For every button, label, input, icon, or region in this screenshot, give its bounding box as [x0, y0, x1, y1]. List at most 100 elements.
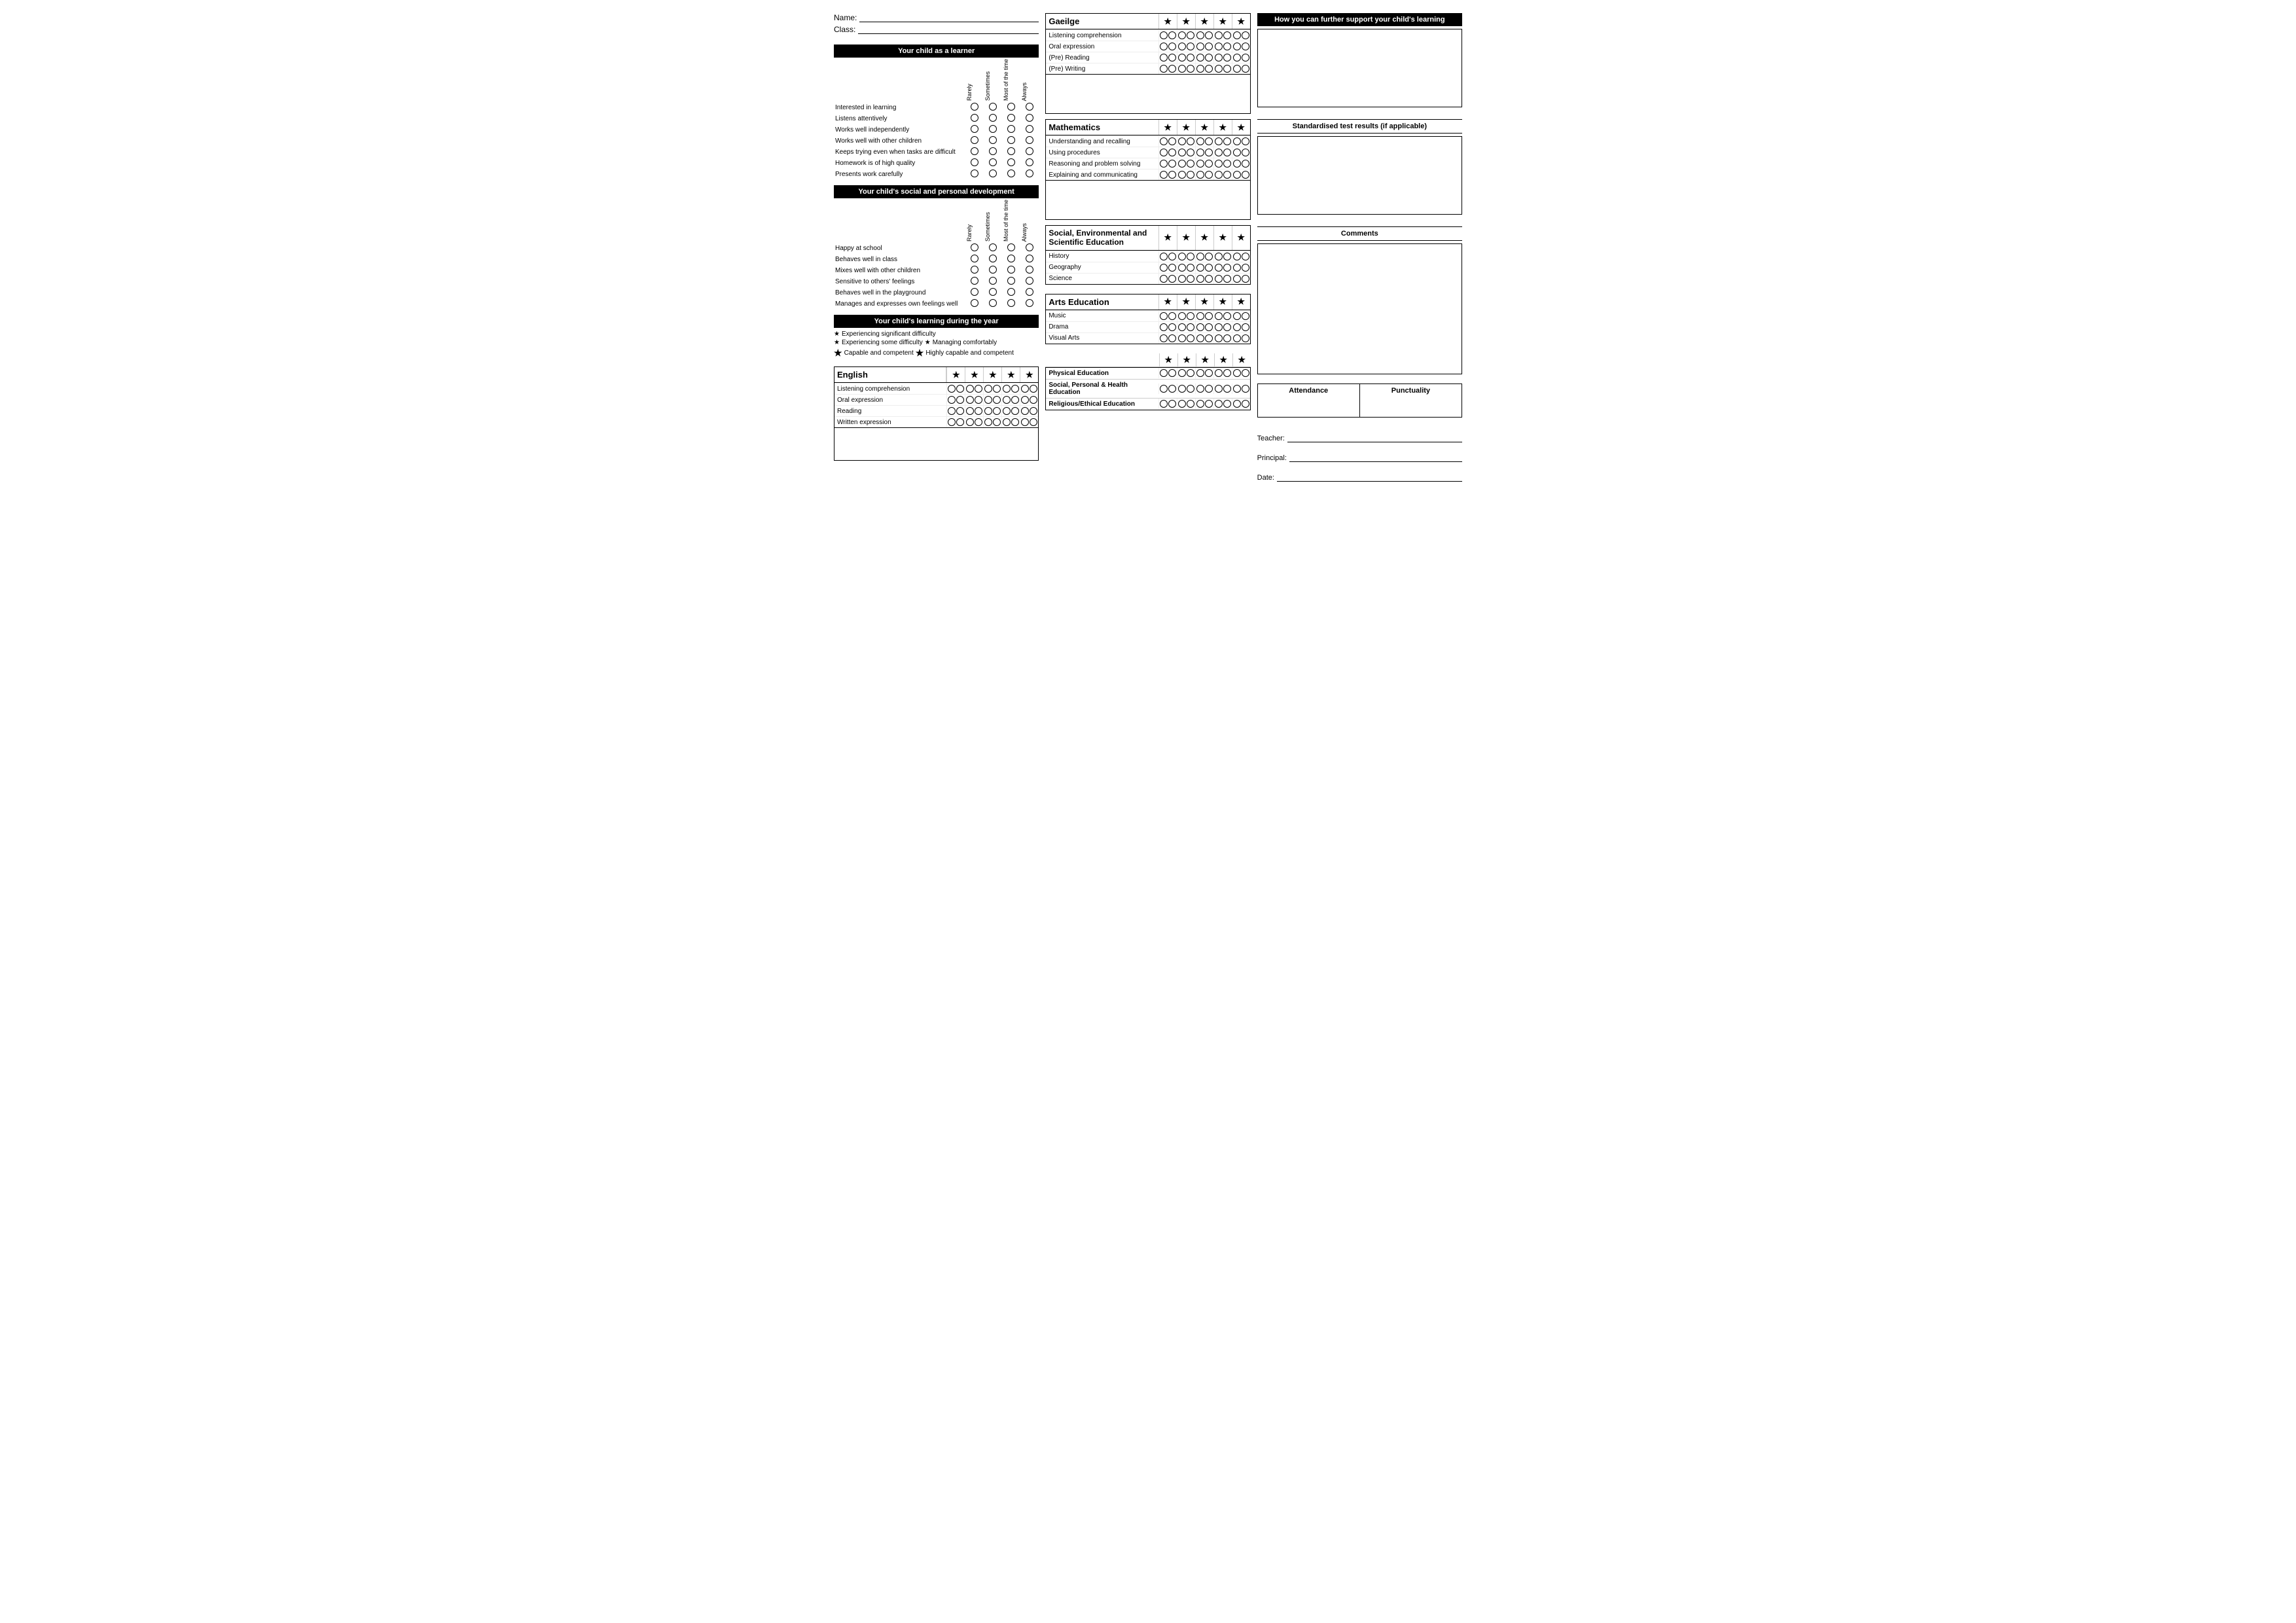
gaeilge-comments-box[interactable] — [1045, 75, 1250, 114]
circle-cell[interactable] — [984, 135, 1002, 147]
special-star-5: ★ — [1232, 353, 1251, 366]
circle-cell[interactable] — [1002, 102, 1020, 113]
support-text-area[interactable] — [1257, 29, 1462, 107]
circle-cell[interactable] — [1020, 135, 1039, 147]
circle-cell[interactable] — [984, 113, 1002, 124]
row-label: Behaves well in the playground — [834, 287, 965, 298]
table-row: Works well with other children — [834, 135, 1039, 147]
row-label: Homework is of high quality — [834, 158, 965, 169]
circle-cell[interactable] — [1002, 135, 1020, 147]
col-sometimes: Sometimes — [984, 198, 1002, 243]
circle-cell[interactable] — [965, 124, 984, 135]
circle-cell[interactable] — [1020, 147, 1039, 158]
col-sometimes: Sometimes — [984, 58, 1002, 102]
circle-cell[interactable] — [1020, 158, 1039, 169]
legend-text-3: Managing comfortably — [933, 339, 997, 346]
circle-cell[interactable] — [1020, 113, 1039, 124]
circle-cell[interactable] — [984, 147, 1002, 158]
pe-row: Physical Education — [1046, 368, 1249, 379]
arts-section: Arts Education ★ ★ ★ ★ ★ Music — [1045, 290, 1250, 344]
arts-star-1: ★ — [1158, 294, 1177, 310]
circle-cell[interactable] — [1002, 169, 1020, 180]
circle-cell[interactable] — [1002, 147, 1020, 158]
learner-header: Your child as a learner — [834, 45, 1039, 58]
class-line[interactable] — [858, 25, 1039, 34]
row-circles — [946, 395, 1038, 405]
sphe-label: Social, Personal & Health Education — [1046, 380, 1158, 398]
circle-cell[interactable] — [1002, 113, 1020, 124]
row-label: Presents work carefully — [834, 169, 965, 180]
circle-cell[interactable] — [1002, 124, 1020, 135]
row-label: Reading — [834, 406, 946, 416]
teacher-label: Teacher: — [1257, 435, 1285, 442]
name-line[interactable] — [859, 13, 1039, 22]
test-results-area[interactable] — [1257, 136, 1462, 215]
special-star-1: ★ — [1159, 353, 1177, 366]
sese-section: Social, Environmental andScientific Educ… — [1045, 225, 1250, 285]
circle-cell[interactable] — [965, 102, 984, 113]
row-label: (Pre) Reading — [1046, 53, 1158, 63]
gaeilge-star-2: ★ — [1177, 14, 1195, 29]
sese-star-2: ★ — [1177, 226, 1195, 250]
legend-star-3: ★ — [925, 339, 931, 346]
table-row: Interested in learning — [834, 102, 1039, 113]
legend-star-1: ★ — [834, 330, 840, 338]
circle-cell[interactable] — [984, 124, 1002, 135]
arts-star-5: ★ — [1232, 294, 1250, 310]
circle-cell[interactable] — [965, 169, 984, 180]
arts-star-2: ★ — [1177, 294, 1195, 310]
maths-title: Mathematics — [1049, 122, 1100, 132]
left-column: Name: Class: Your child as a learner Rar… — [834, 13, 1039, 482]
table-row: (Pre) Writing — [1046, 63, 1249, 74]
sese-title: Social, Environmental andScientific Educ… — [1049, 228, 1147, 247]
circle-cell[interactable] — [965, 158, 984, 169]
teacher-sig-line[interactable] — [1287, 433, 1462, 442]
learner-table: Rarely Sometimes Most of the time Always… — [834, 58, 1039, 180]
mathematics-section: Mathematics ★ ★ ★ ★ ★ Understanding and … — [1045, 119, 1250, 220]
table-row: Happy at school — [834, 243, 1039, 254]
punctuality-cell[interactable]: Punctuality — [1360, 384, 1462, 417]
table-row: (Pre) Reading — [1046, 52, 1249, 63]
principal-sig-line[interactable] — [1289, 453, 1462, 462]
date-line: Date: — [1257, 473, 1462, 482]
legend-star-5: ★ — [916, 348, 924, 359]
special-star-3: ★ — [1196, 353, 1214, 366]
english-star-4: ★ — [1001, 367, 1020, 382]
table-row: Visual Arts — [1046, 332, 1249, 344]
english-star-3: ★ — [983, 367, 1001, 382]
english-comments-box[interactable] — [834, 428, 1039, 461]
circle-cell[interactable] — [965, 147, 984, 158]
circle-cell[interactable] — [1020, 124, 1039, 135]
row-label: Visual Arts — [1046, 333, 1158, 343]
legend-text-5: Highly capable and competent — [925, 349, 1014, 357]
circle-cell[interactable] — [965, 113, 984, 124]
circle-cell[interactable] — [984, 102, 1002, 113]
maths-comments-box[interactable] — [1045, 181, 1250, 220]
row-circles — [946, 383, 1038, 394]
attendance-row: Attendance Punctuality — [1257, 383, 1462, 418]
legend-star-2: ★ — [834, 339, 840, 346]
maths-star-2: ★ — [1177, 120, 1195, 135]
circle-cell[interactable] — [984, 169, 1002, 180]
circle-cell[interactable] — [984, 158, 1002, 169]
principal-line: Principal: — [1257, 453, 1462, 462]
table-row: Listening comprehension — [834, 383, 1038, 394]
circle-cell[interactable] — [1002, 158, 1020, 169]
circle-cell[interactable] — [1020, 102, 1039, 113]
attendance-cell[interactable]: Attendance — [1258, 384, 1360, 417]
table-row: Manages and expresses own feelings well — [834, 298, 1039, 310]
comments-area[interactable] — [1257, 243, 1462, 374]
circle-cell[interactable] — [965, 135, 984, 147]
table-row: Science — [1046, 273, 1249, 284]
circle-cell[interactable] — [1020, 169, 1039, 180]
english-star-5: ★ — [1020, 367, 1038, 382]
special-block: Physical Education Social, Personal & He… — [1045, 367, 1250, 410]
class-label: Class: — [834, 25, 855, 34]
support-section: How you can further support your child's… — [1257, 13, 1462, 111]
table-row: Oral expression — [834, 394, 1038, 405]
special-star-2: ★ — [1177, 353, 1196, 366]
date-sig-line[interactable] — [1277, 473, 1462, 482]
learning-section: Your child's learning during the year ★ … — [834, 315, 1039, 361]
table-row: Homework is of high quality — [834, 158, 1039, 169]
teacher-line: Teacher: — [1257, 433, 1462, 442]
